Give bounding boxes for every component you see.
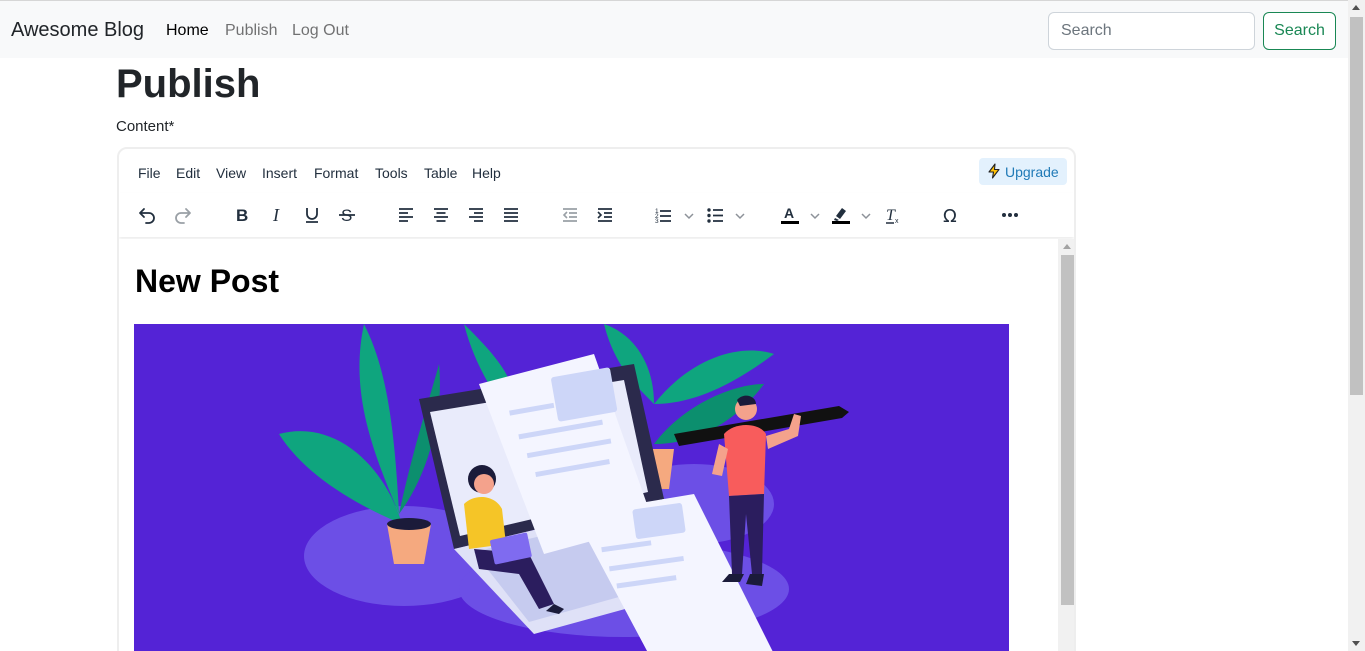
nav-link-logout[interactable]: Log Out [292, 22, 349, 40]
menu-edit[interactable]: Edit [176, 165, 200, 181]
post-heading[interactable]: New Post [135, 263, 279, 300]
more-icon[interactable] [996, 201, 1024, 229]
align-center-icon[interactable] [427, 201, 455, 229]
outdent-icon[interactable] [556, 201, 584, 229]
menu-file[interactable]: File [138, 165, 161, 181]
navbar: Awesome Blog Home Publish Log Out Search [0, 0, 1348, 58]
page-scrollbar[interactable] [1348, 0, 1365, 651]
indent-icon[interactable] [591, 201, 619, 229]
numbered-list-chevron-down-icon[interactable] [683, 209, 695, 227]
svg-text:B: B [236, 206, 248, 225]
blog-illustration-image[interactable] [134, 324, 1009, 651]
strikethrough-icon[interactable]: S [333, 201, 361, 229]
scrollbar-thumb[interactable] [1350, 17, 1363, 395]
search-input[interactable] [1048, 12, 1255, 50]
bullet-list-icon[interactable] [701, 201, 729, 229]
menu-help[interactable]: Help [472, 165, 501, 181]
special-character-icon[interactable]: Ω [937, 201, 965, 229]
redo-icon[interactable] [169, 201, 197, 229]
align-justify-icon[interactable] [497, 201, 525, 229]
underline-icon[interactable] [298, 201, 326, 229]
svg-text:I: I [272, 205, 280, 225]
scroll-down-arrow-icon[interactable] [1352, 641, 1360, 646]
align-left-icon[interactable] [392, 201, 420, 229]
svg-text:Ω: Ω [943, 206, 957, 225]
numbered-list-icon[interactable]: 123 [649, 201, 677, 229]
content-label: Content* [116, 118, 175, 135]
menu-insert[interactable]: Insert [262, 165, 297, 181]
editor-scroll-up-arrow-icon[interactable] [1063, 244, 1071, 249]
text-color-icon[interactable]: A [776, 201, 804, 229]
upgrade-label: Upgrade [1005, 164, 1059, 180]
scroll-up-arrow-icon[interactable] [1352, 5, 1360, 10]
search-button[interactable]: Search [1263, 12, 1336, 50]
highlight-color-icon[interactable] [827, 201, 855, 229]
editor-scrollbar[interactable] [1058, 239, 1074, 651]
editor-content-area[interactable]: New Post [119, 239, 1058, 651]
lightning-icon [988, 163, 1000, 179]
blog-illustration [134, 324, 1009, 651]
editor-scrollbar-thumb[interactable] [1061, 255, 1074, 605]
align-right-icon[interactable] [462, 201, 490, 229]
nav-link-home[interactable]: Home [166, 22, 209, 40]
undo-icon[interactable] [133, 201, 161, 229]
editor-toolbar: B I S 123 A T x Ω [119, 193, 1074, 237]
menu-table[interactable]: Table [424, 165, 457, 181]
rich-text-editor: File Edit View Insert Format Tools Table… [117, 147, 1076, 651]
svg-text:x: x [895, 218, 899, 225]
svg-text:3: 3 [655, 218, 659, 225]
nav-link-publish[interactable]: Publish [225, 22, 277, 40]
svg-text:A: A [784, 205, 794, 221]
page-title: Publish [116, 62, 261, 106]
clear-formatting-icon[interactable]: Tx [879, 201, 907, 229]
text-color-chevron-down-icon[interactable] [809, 209, 821, 227]
italic-icon[interactable]: I [263, 201, 291, 229]
editor-menubar: File Edit View Insert Format Tools Table… [119, 149, 1074, 193]
brand-logo[interactable]: Awesome Blog [11, 19, 144, 42]
menu-tools[interactable]: Tools [375, 165, 408, 181]
bold-icon[interactable]: B [228, 201, 256, 229]
upgrade-button[interactable]: Upgrade [979, 158, 1067, 185]
menu-format[interactable]: Format [314, 165, 358, 181]
menu-view[interactable]: View [216, 165, 246, 181]
bullet-list-chevron-down-icon[interactable] [734, 209, 746, 227]
highlight-color-chevron-down-icon[interactable] [860, 209, 872, 227]
